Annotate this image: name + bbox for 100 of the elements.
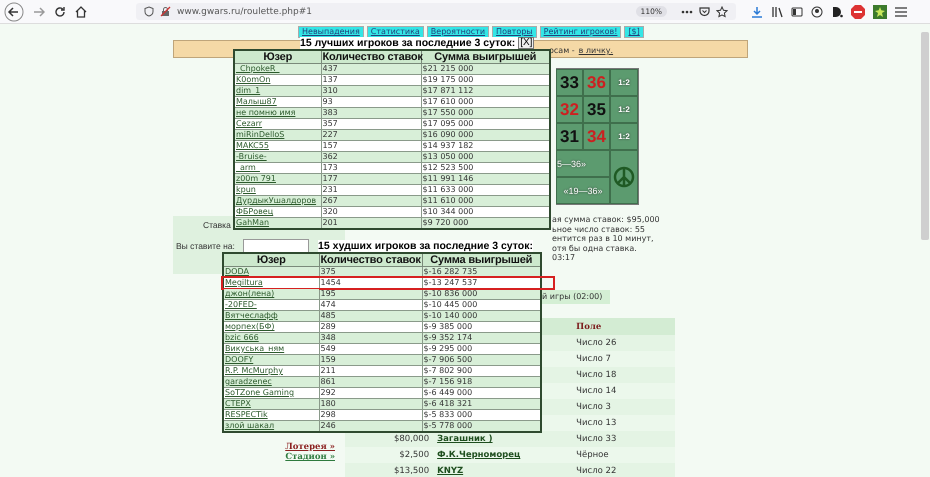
close-button[interactable]: [X] — [518, 37, 534, 49]
nav-tab[interactable]: Вероятности — [426, 26, 490, 38]
bets-cell: 267 — [322, 196, 338, 205]
bets-cell: 246 — [320, 421, 336, 430]
sum-cell: $16 090 000 — [422, 130, 474, 139]
bets-cell: 159 — [320, 355, 336, 364]
bets-cell: 1454 — [320, 278, 341, 287]
sum-cell: $-10 836 000 — [424, 289, 478, 298]
sum-cell: $21 215 000 — [422, 64, 474, 73]
stake-label: Ставка — [203, 220, 231, 230]
side-link[interactable]: Стадион » — [285, 452, 335, 462]
column-header: Поле — [573, 318, 675, 335]
nav-tab[interactable]: [$] — [624, 26, 644, 38]
message-link[interactable]: в личку. — [578, 46, 614, 55]
sum-cell: $-9 295 000 — [424, 344, 472, 353]
adblock-icon[interactable] — [851, 4, 865, 18]
url-text: www.gwars.ru/roulette.php#1 — [177, 6, 313, 16]
column-header: Юзер — [234, 50, 321, 64]
sum-cell: $-7 156 918 — [424, 377, 472, 386]
popup-title: 15 худших игроков за последние 3 суток: — [318, 240, 533, 252]
back-icon[interactable] — [4, 2, 24, 22]
bets-cell: 437 — [322, 64, 338, 73]
bets-cell: 93 — [322, 97, 333, 106]
field-cell: Число 33 — [576, 434, 616, 444]
menu-icon[interactable] — [895, 6, 907, 16]
bets-cell: 180 — [320, 399, 336, 408]
sum-cell: $9 720 000 — [422, 218, 468, 227]
field-cell: Число 14 — [576, 386, 616, 396]
forward-icon[interactable] — [33, 6, 45, 18]
shield-icon — [144, 6, 154, 17]
target-label: Вы ставите на: — [176, 241, 235, 251]
bets-cell: 549 — [320, 344, 336, 353]
sum-cell: $13 050 000 — [422, 152, 474, 161]
nav-tab[interactable]: Невыпадения — [298, 26, 364, 38]
peace-icon — [613, 166, 635, 188]
bets-cell: 289 — [320, 322, 336, 331]
scrollbar-thumb[interactable] — [921, 32, 929, 240]
bets-cell: 357 — [322, 119, 338, 128]
amount-cell: $80,000 — [394, 434, 430, 444]
sum-cell: $-6 449 000 — [424, 388, 472, 397]
column-header: Юзер — [223, 253, 319, 266]
bets-cell: 195 — [320, 289, 336, 298]
bets-cell: 375 — [320, 267, 336, 276]
sum-cell: $17 610 000 — [422, 97, 474, 106]
game-label: й игры (02:00) — [540, 290, 610, 304]
bets-cell: 201 — [322, 218, 338, 227]
player-link[interactable]: Загашник ) — [437, 434, 493, 444]
bets-cell: 861 — [320, 377, 336, 386]
sum-cell: $-10 140 000 — [424, 311, 478, 320]
target-input[interactable] — [242, 239, 309, 253]
star-icon[interactable] — [716, 6, 728, 18]
bets-cell: 383 — [322, 108, 338, 117]
sum-cell: $17 095 000 — [422, 119, 474, 128]
player-link[interactable]: Ф.К.Черноморец — [437, 450, 520, 460]
bets-cell: 485 — [320, 311, 336, 320]
column-header: Количество ставок — [319, 253, 422, 266]
bets-cell: 292 — [320, 388, 336, 397]
player-link[interactable]: KNYZ — [437, 466, 464, 476]
sum-cell: $-7 802 900 — [424, 366, 472, 375]
sum-cell: $17 871 112 — [422, 86, 474, 95]
sum-cell: $10 344 000 — [422, 207, 474, 216]
sum-cell: $19 175 000 — [422, 75, 474, 84]
bets-cell: 474 — [320, 300, 336, 309]
field-cell: Число 18 — [576, 370, 616, 380]
download-icon[interactable] — [751, 6, 763, 18]
insecure-lock-icon — [160, 6, 171, 17]
sum-cell: $-16 282 735 — [424, 267, 478, 276]
sum-cell: $11 610 000 — [422, 196, 474, 205]
field-cell: Чёрное — [576, 450, 609, 460]
bets-cell: 227 — [322, 130, 338, 139]
nav-tab[interactable]: Повторы — [492, 26, 537, 38]
sum-cell: $-13 247 537 — [424, 278, 478, 287]
sum-cell: $11 991 146 — [422, 174, 474, 183]
side-link[interactable]: Лотерея » — [285, 442, 335, 452]
bets-cell: 137 — [322, 75, 338, 84]
peace-cell[interactable] — [610, 150, 638, 204]
field-cell: Число 22 — [576, 466, 616, 476]
pocket-icon[interactable] — [699, 6, 710, 17]
info-text: ентится раз в 10 минут, — [552, 234, 655, 244]
sum-cell: $14 937 182 — [422, 141, 474, 150]
amount-cell: $2,500 — [399, 450, 430, 460]
field-cell: Число 13 — [576, 418, 616, 428]
info-text: 03:17 — [552, 253, 576, 262]
reload-icon[interactable] — [54, 6, 66, 18]
player-link[interactable]: kpun — [236, 185, 256, 194]
nav-tab[interactable]: Рейтинг игроков! — [540, 26, 622, 38]
sum-cell: $-7 906 500 — [424, 355, 472, 364]
account-icon[interactable] — [811, 6, 823, 18]
home-icon[interactable] — [75, 6, 87, 18]
bets-cell: 173 — [322, 163, 338, 172]
nav-tab[interactable]: Статистика — [366, 26, 424, 38]
more-icon[interactable] — [681, 10, 693, 14]
library-icon[interactable] — [771, 6, 783, 18]
sum-cell: $12 523 500 — [422, 163, 474, 172]
amount-cell: $13,500 — [394, 466, 430, 476]
field-cell: Число 3 — [576, 402, 611, 412]
sidebar-icon[interactable] — [791, 6, 803, 18]
bets-cell: 177 — [322, 174, 338, 183]
field-cell: Число 7 — [576, 354, 611, 364]
info-text: ьное число ставок: 55 — [552, 224, 646, 234]
